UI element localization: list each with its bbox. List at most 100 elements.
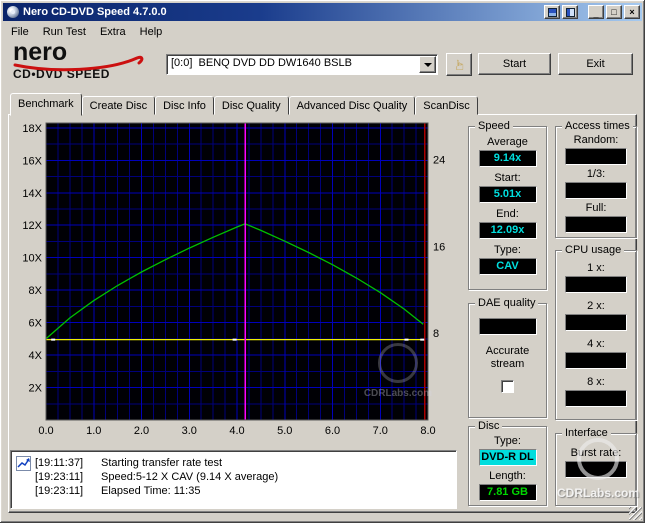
drive-action-button[interactable]: ☞ bbox=[446, 53, 472, 76]
maximize-button[interactable]: □ bbox=[606, 5, 622, 19]
log-entry[interactable]: [19:23:11] Speed:5-12 X CAV (9.14 X avera… bbox=[35, 470, 452, 484]
start-speed-display: 5.01x bbox=[478, 186, 537, 203]
close-icon: × bbox=[629, 6, 635, 17]
titlebar-buttons: _ □ × bbox=[544, 5, 640, 19]
svg-text:14X: 14X bbox=[22, 188, 42, 200]
maximize-icon: □ bbox=[611, 6, 617, 17]
resize-grip[interactable] bbox=[629, 507, 642, 520]
cpu-2x-label: 2 x: bbox=[587, 300, 605, 312]
drive-selector-dropdown-button[interactable] bbox=[419, 56, 436, 73]
svg-text:3.0: 3.0 bbox=[182, 425, 197, 437]
svg-text:24: 24 bbox=[433, 154, 445, 166]
cpu-1x-display bbox=[565, 276, 627, 293]
tab-disc-info[interactable]: Disc Info bbox=[155, 96, 214, 115]
average-speed-display: 9.14x bbox=[478, 150, 537, 167]
dae-quality-display bbox=[478, 318, 537, 335]
cpu-usage-panel-title: CPU usage bbox=[562, 244, 625, 256]
svg-text:10X: 10X bbox=[22, 253, 42, 265]
log-entry[interactable]: [19:23:11] Elapsed Time: 11:35 bbox=[35, 484, 452, 498]
transfer-rate-plot: 2X 4X 6X 8X 10X 12X 14X 16X 18X 8 16 24 0.0 1.0 2.0 3.0… bbox=[22, 122, 445, 437]
logo-swoosh-icon bbox=[13, 55, 144, 72]
svg-text:6X: 6X bbox=[29, 318, 43, 330]
speed-type-label: Type: bbox=[494, 244, 521, 256]
svg-text:7.0: 7.0 bbox=[373, 425, 388, 437]
third-access-label: 1/3: bbox=[586, 168, 606, 180]
cpu-4x-display bbox=[565, 352, 627, 369]
access-times-panel: Access times Random: 1/3: Full: bbox=[555, 120, 637, 238]
log-timestamp: [19:23:11] bbox=[35, 471, 84, 483]
disc-panel-title: Disc bbox=[475, 420, 503, 432]
cpu-8x-display bbox=[565, 390, 627, 407]
disc-type-label: Type: bbox=[494, 435, 521, 447]
random-access-label: Random: bbox=[573, 134, 619, 146]
menu-item-help[interactable]: Help bbox=[133, 24, 170, 40]
exit-button[interactable]: Exit bbox=[558, 53, 633, 75]
log-entry[interactable]: [19:11:37] Starting transfer rate test bbox=[35, 456, 452, 470]
benchmark-chart: 2X 4X 6X 8X 10X 12X 14X 16X 18X 8 16 24 0.0 1.0 2.0 3.0… bbox=[8, 118, 460, 450]
tab-advanced-disc-quality[interactable]: Advanced Disc Quality bbox=[288, 96, 416, 115]
accurate-stream-checkbox[interactable] bbox=[501, 380, 514, 393]
tab-disc-quality[interactable]: Disc Quality bbox=[213, 96, 289, 115]
log-entry-icon bbox=[16, 456, 31, 471]
svg-text:18X: 18X bbox=[22, 123, 42, 135]
cpu-2x-display bbox=[565, 314, 627, 331]
svg-text:4X: 4X bbox=[29, 350, 43, 362]
svg-text:2.0: 2.0 bbox=[134, 425, 149, 437]
full-access-label: Full: bbox=[585, 202, 607, 214]
titlebar: Nero CD-DVD Speed 4.7.0.0 _ □ × bbox=[3, 3, 642, 21]
chevron-down-icon bbox=[423, 62, 432, 67]
svg-text:4.0: 4.0 bbox=[229, 425, 244, 437]
close-button[interactable]: × bbox=[624, 5, 640, 19]
log-panel[interactable]: [19:11:37] Starting transfer rate test [1… bbox=[10, 450, 457, 509]
log-timestamp: [19:23:11] bbox=[35, 485, 84, 497]
svg-text:5.0: 5.0 bbox=[277, 425, 292, 437]
tab-create-disc[interactable]: Create Disc bbox=[81, 96, 156, 115]
interface-panel: Interface Burst rate: bbox=[555, 427, 637, 506]
svg-text:8X: 8X bbox=[29, 285, 43, 297]
dae-quality-panel: DAE quality Accurate stream bbox=[468, 297, 547, 418]
tab-scandisc[interactable]: ScanDisc bbox=[415, 96, 478, 115]
start-button[interactable]: Start bbox=[478, 53, 551, 75]
random-access-display bbox=[565, 148, 627, 165]
minimize-icon: _ bbox=[593, 8, 599, 19]
tab-benchmark[interactable]: Benchmark bbox=[10, 93, 82, 116]
access-times-panel-title: Access times bbox=[562, 120, 633, 132]
average-speed-label: Average bbox=[487, 136, 528, 148]
titlebar-extra-button-1[interactable] bbox=[544, 5, 560, 19]
titlebar-extra-button-2[interactable] bbox=[562, 5, 578, 19]
menubar: File Run Test Extra Help bbox=[4, 22, 641, 41]
speed-panel: Speed Average 9.14x Start: 5.01x End: 12… bbox=[468, 120, 547, 290]
log-message: Elapsed Time: 11:35 bbox=[101, 485, 201, 497]
svg-text:12X: 12X bbox=[22, 220, 42, 232]
hand-icon: ☞ bbox=[451, 58, 467, 71]
cpu-4x-label: 4 x: bbox=[587, 338, 605, 350]
svg-text:16: 16 bbox=[433, 241, 445, 253]
disc-length-label: Length: bbox=[489, 470, 526, 482]
log-message: Speed:5-12 X CAV (9.14 X average) bbox=[101, 471, 279, 483]
svg-text:2X: 2X bbox=[29, 383, 43, 395]
burst-rate-display bbox=[565, 461, 627, 478]
titlebar-extra-icon-2 bbox=[565, 7, 575, 17]
dae-quality-panel-title: DAE quality bbox=[475, 297, 539, 309]
third-access-display bbox=[565, 182, 627, 199]
accurate-stream-label: Accurate stream bbox=[485, 345, 530, 370]
svg-text:1.0: 1.0 bbox=[86, 425, 101, 437]
window-title: Nero CD-DVD Speed 4.7.0.0 bbox=[23, 6, 167, 18]
disc-type-display: DVD-R DL bbox=[478, 449, 537, 466]
speed-type-display: CAV bbox=[478, 258, 537, 275]
disc-length-display: 7.81 GB bbox=[478, 484, 537, 501]
tab-bar: Benchmark Create Disc Disc Info Disc Qua… bbox=[10, 92, 478, 116]
drive-selector[interactable]: [0:0] BENQ DVD DD DW1640 BSLB bbox=[166, 54, 438, 75]
menu-item-extra[interactable]: Extra bbox=[93, 24, 133, 40]
log-timestamp: [19:11:37] bbox=[35, 457, 84, 469]
minimize-button[interactable]: _ bbox=[588, 5, 604, 19]
svg-text:6.0: 6.0 bbox=[325, 425, 340, 437]
svg-text:8.0: 8.0 bbox=[420, 425, 435, 437]
cpu-1x-label: 1 x: bbox=[587, 262, 605, 274]
start-speed-label: Start: bbox=[494, 172, 521, 184]
svg-text:0.0: 0.0 bbox=[38, 425, 53, 437]
app-icon bbox=[7, 6, 19, 18]
speed-panel-title: Speed bbox=[475, 120, 513, 132]
burst-rate-label: Burst rate: bbox=[570, 447, 622, 459]
end-speed-label: End: bbox=[496, 208, 519, 220]
